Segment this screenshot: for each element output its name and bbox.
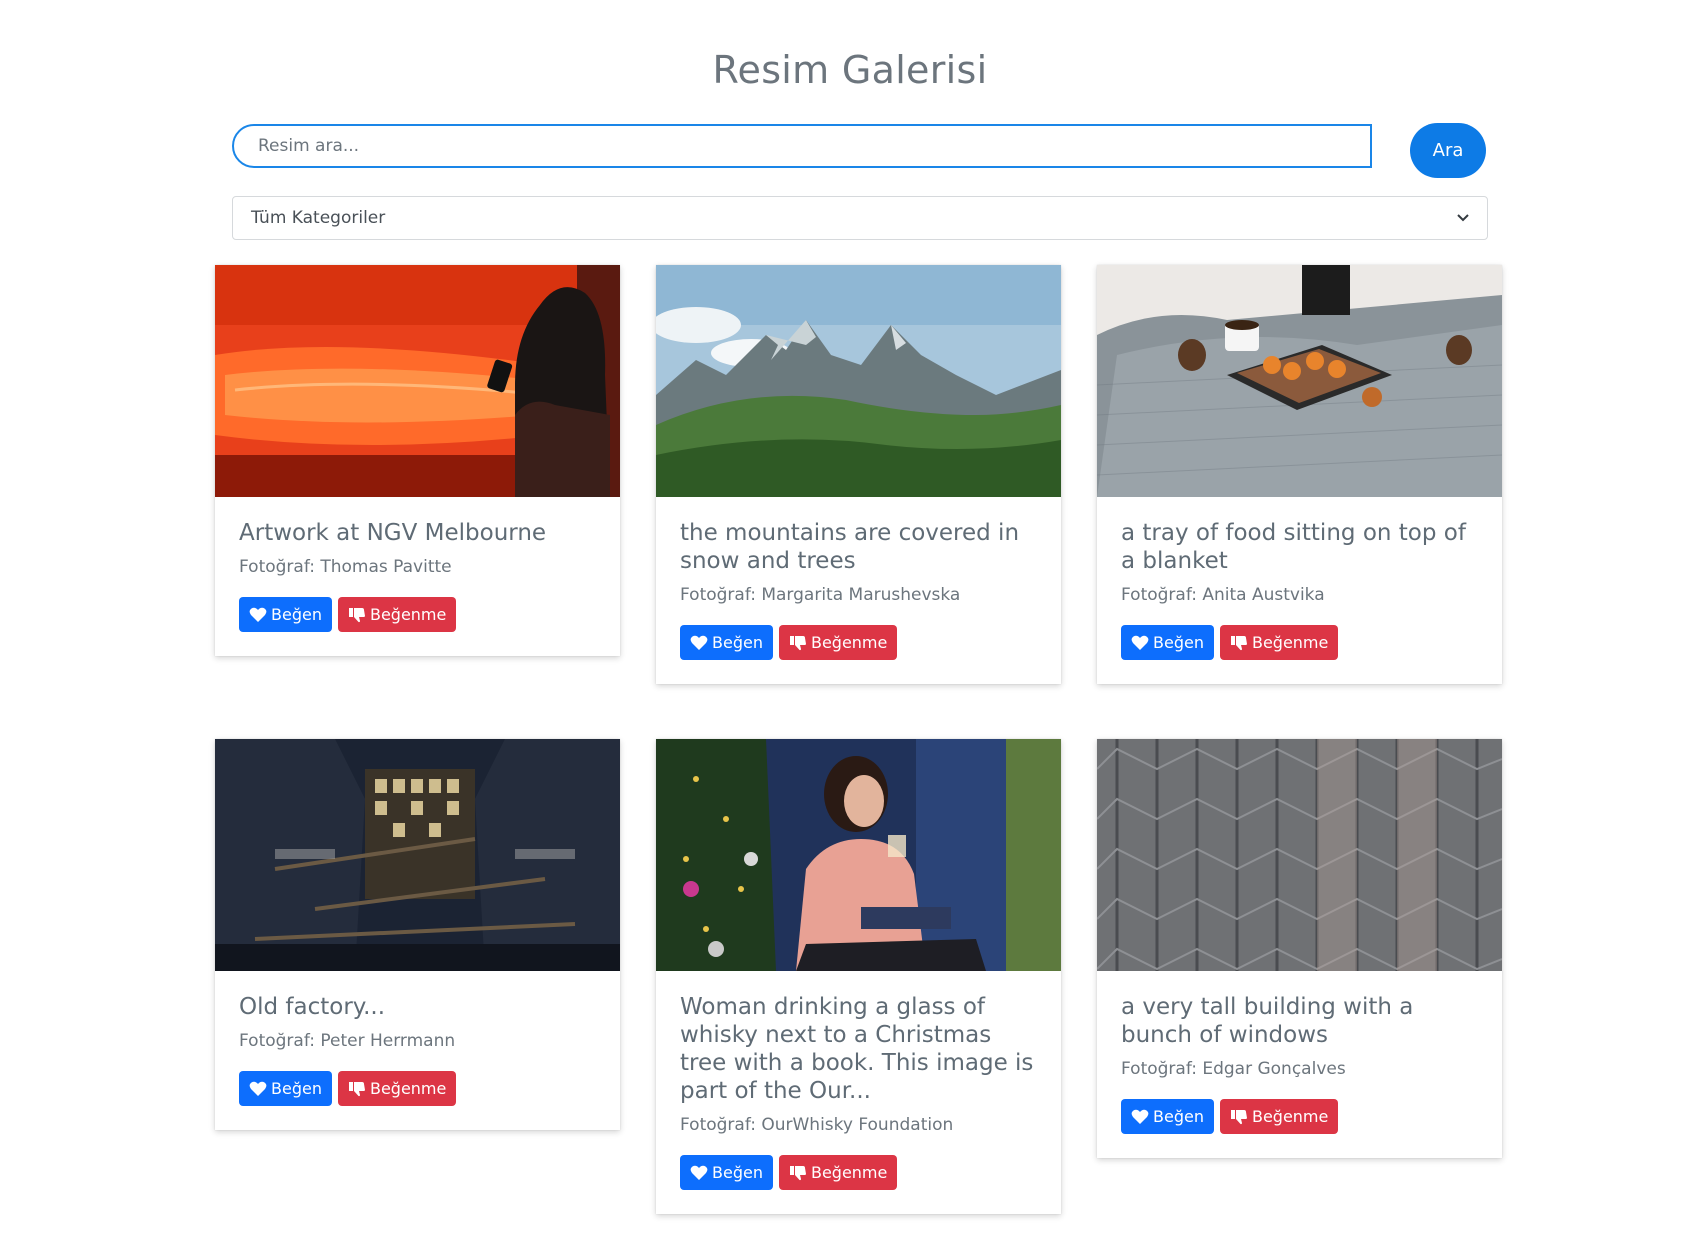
image-card: a very tall building with a bunch of win… <box>1097 739 1502 1158</box>
image-card: Old factory... Fotoğraf: Peter Herrmann … <box>215 739 620 1130</box>
card-title: a tray of food sitting on top of a blank… <box>1121 520 1466 574</box>
card-image[interactable] <box>656 265 1061 497</box>
card-title: a very tall building with a bunch of win… <box>1121 994 1414 1048</box>
dislike-button[interactable]: Beğenme <box>778 1155 898 1190</box>
thumbs-down-icon <box>348 607 365 622</box>
card-title: Old factory... <box>239 994 386 1020</box>
dislike-button-label: Beğenme <box>1251 633 1329 652</box>
search-button[interactable]: Ara <box>1410 123 1486 178</box>
image-card: Woman drinking a glass of whisky next to… <box>656 739 1061 1214</box>
like-button-label: Beğen <box>712 1163 763 1182</box>
like-button[interactable]: Beğen <box>239 1071 332 1106</box>
card-title: the mountains are covered in snow and tr… <box>680 520 1020 574</box>
card-title: Artwork at NGV Melbourne <box>239 520 547 546</box>
image-card: a tray of food sitting on top of a blank… <box>1097 265 1502 684</box>
heart-icon <box>690 1165 708 1180</box>
like-button-label: Beğen <box>1153 1107 1204 1126</box>
card-actions: Beğen Beğenme <box>239 1071 596 1106</box>
like-button[interactable]: Beğen <box>1121 625 1214 660</box>
thumbs-down-icon <box>348 1081 365 1096</box>
dislike-button[interactable]: Beğenme <box>1219 625 1339 660</box>
thumbs-down-icon <box>789 635 806 650</box>
card-photographer: Fotoğraf: Thomas Pavitte <box>239 557 452 577</box>
image-card: the mountains are covered in snow and tr… <box>656 265 1061 684</box>
like-button[interactable]: Beğen <box>680 625 773 660</box>
dislike-button[interactable]: Beğenme <box>778 625 898 660</box>
like-button[interactable]: Beğen <box>239 597 332 632</box>
card-image[interactable] <box>656 739 1061 971</box>
like-button[interactable]: Beğen <box>1121 1099 1214 1134</box>
gallery-page: Resim Galerisi Ara Tüm Kategoriler Artwo… <box>0 0 1700 1240</box>
card-body: a very tall building with a bunch of win… <box>1097 971 1502 1158</box>
card-photographer: Fotoğraf: OurWhisky Foundation <box>680 1115 954 1135</box>
card-photographer: Fotoğraf: Edgar Gonçalves <box>1121 1059 1346 1079</box>
card-actions: Beğen Beğenme <box>680 625 1037 660</box>
card-photographer: Fotoğraf: Margarita Marushevska <box>680 585 961 605</box>
card-photographer: Fotoğraf: Peter Herrmann <box>239 1031 456 1051</box>
card-actions: Beğen Beğenme <box>239 597 596 632</box>
dislike-button[interactable]: Beğenme <box>337 597 457 632</box>
image-card: Artwork at NGV Melbourne Fotoğraf: Thoma… <box>215 265 620 656</box>
heart-icon <box>690 635 708 650</box>
card-body: Artwork at NGV Melbourne Fotoğraf: Thoma… <box>215 497 620 656</box>
chevron-down-icon <box>1457 214 1469 222</box>
dislike-button-label: Beğenme <box>369 605 447 624</box>
thumbs-down-icon <box>1230 1109 1247 1124</box>
like-button-label: Beğen <box>271 1079 322 1098</box>
dislike-button-label: Beğenme <box>810 633 888 652</box>
heart-icon <box>1131 1109 1149 1124</box>
card-actions: Beğen Beğenme <box>680 1155 1037 1190</box>
thumbs-down-icon <box>789 1165 806 1180</box>
heart-icon <box>249 1081 267 1096</box>
like-button-label: Beğen <box>1153 633 1204 652</box>
dislike-button-label: Beğenme <box>810 1163 888 1182</box>
card-image[interactable] <box>215 739 620 971</box>
card-body: a tray of food sitting on top of a blank… <box>1097 497 1502 684</box>
dislike-button[interactable]: Beğenme <box>337 1071 457 1106</box>
card-photographer: Fotoğraf: Anita Austvika <box>1121 585 1325 605</box>
card-title: Woman drinking a glass of whisky next to… <box>680 994 1034 1104</box>
card-image[interactable] <box>1097 265 1502 497</box>
dislike-button-label: Beğenme <box>1251 1107 1329 1126</box>
heart-icon <box>249 607 267 622</box>
like-button-label: Beğen <box>712 633 763 652</box>
heart-icon <box>1131 635 1149 650</box>
category-select[interactable]: Tüm Kategoriler <box>232 196 1488 240</box>
search-input[interactable] <box>232 124 1372 168</box>
card-actions: Beğen Beğenme <box>1121 1099 1478 1134</box>
dislike-button-label: Beğenme <box>369 1079 447 1098</box>
card-image[interactable] <box>1097 739 1502 971</box>
thumbs-down-icon <box>1230 635 1247 650</box>
category-select-value: Tüm Kategoriler <box>251 208 386 228</box>
card-image[interactable] <box>215 265 620 497</box>
dislike-button[interactable]: Beğenme <box>1219 1099 1339 1134</box>
card-actions: Beğen Beğenme <box>1121 625 1478 660</box>
card-body: the mountains are covered in snow and tr… <box>656 497 1061 684</box>
like-button[interactable]: Beğen <box>680 1155 773 1190</box>
like-button-label: Beğen <box>271 605 322 624</box>
card-body: Woman drinking a glass of whisky next to… <box>656 971 1061 1214</box>
page-title: Resim Galerisi <box>712 48 988 92</box>
card-body: Old factory... Fotoğraf: Peter Herrmann … <box>215 971 620 1130</box>
